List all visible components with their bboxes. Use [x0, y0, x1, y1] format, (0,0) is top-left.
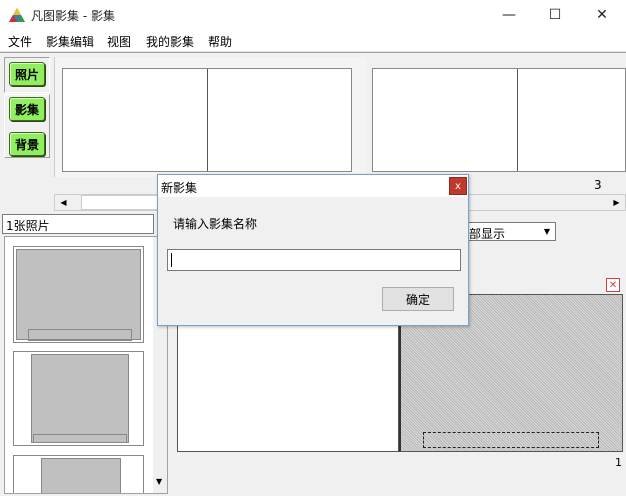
menu-view[interactable]: 视图 — [107, 33, 131, 50]
photo-thumbnail[interactable] — [13, 351, 144, 446]
close-icon[interactable]: ✕ — [606, 278, 620, 292]
new-album-dialog: 新影集 x 请输入影集名称 确定 — [157, 174, 469, 326]
window-title: 凡图影集 - 影集 — [31, 9, 115, 23]
film-slot[interactable] — [373, 69, 518, 171]
menu-help[interactable]: 帮助 — [208, 33, 232, 50]
filmstrip-left[interactable] — [62, 68, 352, 172]
photo-thumbnail[interactable] — [13, 455, 144, 493]
background-button[interactable]: 背景 — [9, 132, 45, 156]
menu-album-edit[interactable]: 影集编辑 — [46, 33, 94, 50]
close-icon: ✕ — [596, 7, 608, 23]
menu-bar: 文件 影集编辑 视图 我的影集 帮助 — [0, 30, 626, 52]
maximize-button[interactable]: ☐ — [532, 0, 578, 30]
filmstrip-right[interactable] — [372, 68, 626, 172]
film-slot[interactable] — [63, 69, 208, 171]
view-mode-select[interactable]: 部显示 ▼ — [462, 222, 556, 241]
page-number: 1 — [615, 456, 622, 469]
chevron-down-icon[interactable]: ▼ — [539, 224, 555, 239]
close-window-button[interactable]: ✕ — [579, 0, 625, 30]
dialog-title: 新影集 — [161, 181, 198, 195]
photo-count-label: 1张照片 — [6, 219, 50, 233]
scroll-down-arrow-icon[interactable]: ▼ — [156, 477, 162, 486]
menu-file[interactable]: 文件 — [8, 33, 32, 50]
menu-my-albums[interactable]: 我的影集 — [146, 33, 194, 50]
scroll-left-arrow-icon[interactable]: ◀ — [55, 195, 72, 210]
filmstrip-counter: 3 — [594, 178, 602, 192]
dialog-prompt: 请输入影集名称 — [173, 217, 258, 231]
maximize-icon: ☐ — [548, 7, 562, 23]
album-button[interactable]: 影集 — [9, 97, 45, 121]
scroll-right-arrow-icon[interactable]: ▶ — [608, 195, 625, 210]
photo-count-field: 1张照片 — [2, 214, 154, 234]
view-mode-value: 部显示 — [469, 227, 506, 241]
minimize-button[interactable]: — — [486, 0, 532, 30]
photos-button[interactable]: 照片 — [9, 62, 45, 86]
close-icon: x — [455, 180, 461, 192]
dialog-close-button[interactable]: x — [449, 177, 467, 195]
photo-list[interactable]: ▼ — [4, 236, 168, 494]
text-cursor — [171, 253, 172, 267]
title-bar: 凡图影集 - 影集 — ☐ ✕ — [0, 0, 626, 30]
ok-button[interactable]: 确定 — [382, 287, 454, 311]
photo-thumbnail[interactable] — [13, 246, 144, 343]
selection-box[interactable] — [423, 432, 599, 448]
film-slot[interactable] — [208, 69, 353, 171]
film-slot[interactable] — [518, 69, 626, 171]
app-logo-icon — [9, 8, 25, 22]
album-name-input[interactable] — [167, 249, 461, 271]
minimize-icon: — — [502, 7, 516, 23]
dialog-title-bar: 新影集 x — [158, 175, 468, 197]
